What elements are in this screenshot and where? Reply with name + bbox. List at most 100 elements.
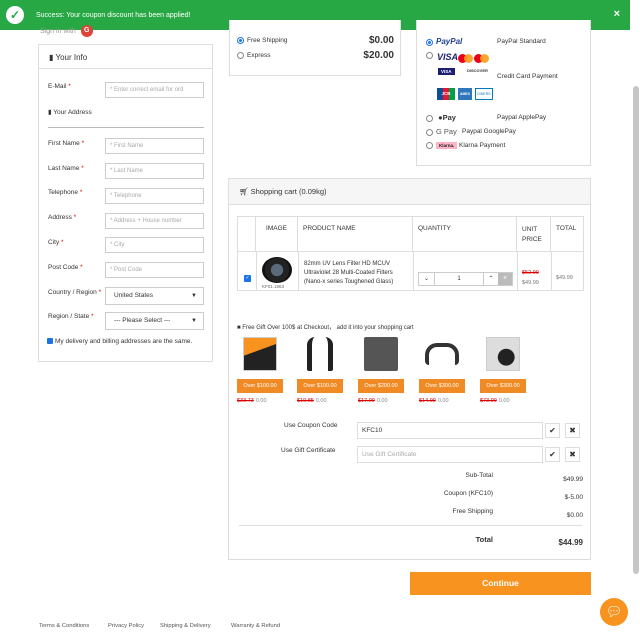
first-name-label: First Name *	[48, 140, 85, 147]
apply-coupon-button[interactable]: ✔	[545, 423, 560, 438]
caret-down-icon: ▼	[191, 293, 197, 299]
signin-label: Sign in with	[40, 27, 76, 35]
region-label: Region / State *	[48, 313, 94, 320]
telephone-field[interactable]: * Telephone	[105, 188, 204, 204]
product-sku: KF01.1863	[262, 284, 285, 289]
footer-link-privacy[interactable]: Privacy Policy	[108, 623, 144, 629]
item-checkbox[interactable]: ✓	[244, 275, 251, 282]
payment-option-googlepay[interactable]: G Pay	[426, 127, 457, 136]
shipping-total-value: $0.00	[566, 512, 583, 519]
header-product-name: PRODUCT NAME	[298, 217, 413, 251]
remove-coupon-button[interactable]: ✖	[565, 423, 580, 438]
applepay-label: Paypal ApplePay	[497, 114, 547, 121]
gift-prices: $14.99 0.00	[419, 398, 449, 404]
same-address-row[interactable]: My delivery and billing addresses are th…	[47, 338, 192, 345]
increase-qty-button[interactable]: ⌃	[483, 273, 498, 285]
caret-down-icon: ▼	[191, 318, 197, 324]
payment-option-applepay[interactable]: ●Pay	[426, 113, 456, 122]
unit-price-old: $52.99	[522, 270, 539, 276]
gift-image[interactable]	[307, 337, 333, 371]
payment-panel: PayPal PayPal Standard VISA VISA DISCOVE…	[416, 20, 591, 166]
your-info-title: ▮ Your Info	[39, 45, 212, 69]
payment-option-card[interactable]	[426, 52, 436, 59]
country-select[interactable]: United States ▼	[105, 287, 204, 305]
product-image[interactable]	[262, 257, 292, 283]
success-message: Success: Your coupon discount has been a…	[36, 11, 191, 19]
first-name-field[interactable]: * First Name	[105, 138, 204, 154]
address-label: Address *	[48, 214, 77, 221]
google-signin-button[interactable]: G	[80, 25, 93, 37]
googlepay-label: Paypal GooglePay	[462, 128, 516, 135]
chat-bubble-icon: 💬︎	[605, 604, 623, 619]
coupon-discount-value: $-5.00	[564, 494, 583, 501]
gift-badge: Over $200.00	[358, 379, 404, 393]
apply-gift-certificate-button[interactable]: ✔	[545, 447, 560, 462]
diners-logo: DINERS	[475, 88, 493, 100]
gift-badge: Over $300.00	[480, 379, 526, 393]
remove-item-button[interactable]: ×	[498, 273, 512, 285]
paypal-label: PayPal Standard	[497, 38, 546, 45]
shipping-option-express[interactable]: Express	[237, 52, 270, 59]
shipping-panel: Free Shipping $0.00 Express $20.00	[229, 20, 401, 76]
email-field[interactable]: * Enter correct email for ord	[105, 82, 204, 98]
address-field[interactable]: * Address + House number	[105, 213, 204, 229]
footer-link-terms[interactable]: Terms & Conditions	[39, 623, 89, 629]
cart-icon: 🛒︎	[239, 187, 251, 196]
subtotal-label: Sub-Total	[465, 472, 493, 479]
post-code-field[interactable]: * Post Code	[105, 262, 204, 278]
quantity-stepper[interactable]: ⌄ 1 ⌃ ×	[418, 272, 513, 286]
decrease-qty-button[interactable]: ⌄	[419, 273, 435, 285]
shipping-option-free[interactable]: Free Shipping	[237, 37, 287, 44]
telephone-label: Telephone *	[48, 189, 83, 196]
radio-unselected	[237, 52, 244, 59]
card-logos: VISA VISA DISCOVER JCB AMEX DINERS	[437, 52, 497, 100]
gift-image[interactable]	[425, 343, 459, 365]
city-field[interactable]: * City	[105, 237, 204, 253]
free-shipping-price: $0.00	[368, 35, 394, 46]
cart-table: IMAGE PRODUCT NAME QUANTITY UNIT PRICE T…	[237, 216, 584, 291]
gift-prices: $19.85 0.00	[297, 398, 327, 404]
discover-logo: DISCOVER	[467, 68, 488, 73]
last-name-field[interactable]: * Last Name	[105, 163, 204, 179]
payment-option-klarna[interactable]: Klarna.	[426, 142, 458, 150]
same-address-checkbox[interactable]	[47, 338, 53, 345]
quantity-input[interactable]: 1	[435, 273, 483, 285]
product-name[interactable]: 82mm UV Lens Filter HD MCUV Ultraviolet …	[304, 260, 408, 287]
check-circle-icon: ✓	[6, 6, 24, 24]
line-total: $49.99	[556, 275, 573, 281]
gift-certificate-input[interactable]: Use Gift Certificate	[357, 446, 543, 463]
footer-link-shipping[interactable]: Shipping & Delivery	[160, 623, 211, 629]
gift-certificate-label: Use Gift Certificate	[281, 447, 336, 454]
paypal-logo: PayPal	[436, 37, 463, 46]
gift-prices: $33.73 0.00	[237, 398, 267, 404]
gift-image[interactable]	[243, 337, 277, 371]
gift-prices: $17.99 0.00	[358, 398, 388, 404]
footer-link-warranty[interactable]: Warranty & Refund	[231, 623, 280, 629]
klarna-label: Klarna Payment	[459, 142, 506, 149]
payment-option-paypal[interactable]: PayPal	[426, 37, 462, 46]
region-select[interactable]: --- Please Select --- ▼	[105, 312, 204, 330]
gift-image[interactable]	[364, 337, 398, 371]
gift-image[interactable]	[486, 337, 520, 371]
remove-gift-certificate-button[interactable]: ✖	[565, 447, 580, 462]
signin-row: Sign in with G	[40, 25, 93, 37]
coupon-discount-label: Coupon (KFC10)	[443, 490, 493, 497]
continue-button[interactable]: Continue	[410, 572, 591, 595]
page-scrollbar[interactable]	[633, 86, 639, 574]
coupon-input[interactable]: KFC10	[357, 422, 543, 439]
gift-badge: Over $100.00	[237, 379, 283, 393]
shopping-cart-panel: 🛒︎ Shopping cart (0.09kg) IMAGE PRODUCT …	[228, 178, 591, 560]
country-label: Country / Region *	[48, 289, 102, 296]
googlepay-logo: G Pay	[436, 127, 457, 136]
divider	[48, 127, 204, 128]
amex-logo: AMEX	[458, 88, 472, 100]
close-banner-button[interactable]: ×	[614, 8, 620, 20]
visa-logo: VISA	[437, 52, 459, 62]
header-image: IMAGE	[256, 217, 298, 251]
grand-total-value: $44.99	[558, 538, 583, 547]
post-code-label: Post Code *	[48, 264, 83, 271]
chat-button[interactable]: 💬︎	[600, 598, 628, 626]
your-info-panel: ▮ Your Info E-Mail * * Enter correct ema…	[38, 44, 213, 362]
visa-card-logo: VISA	[438, 68, 455, 75]
shipping-total-label: Free Shipping	[452, 508, 493, 515]
